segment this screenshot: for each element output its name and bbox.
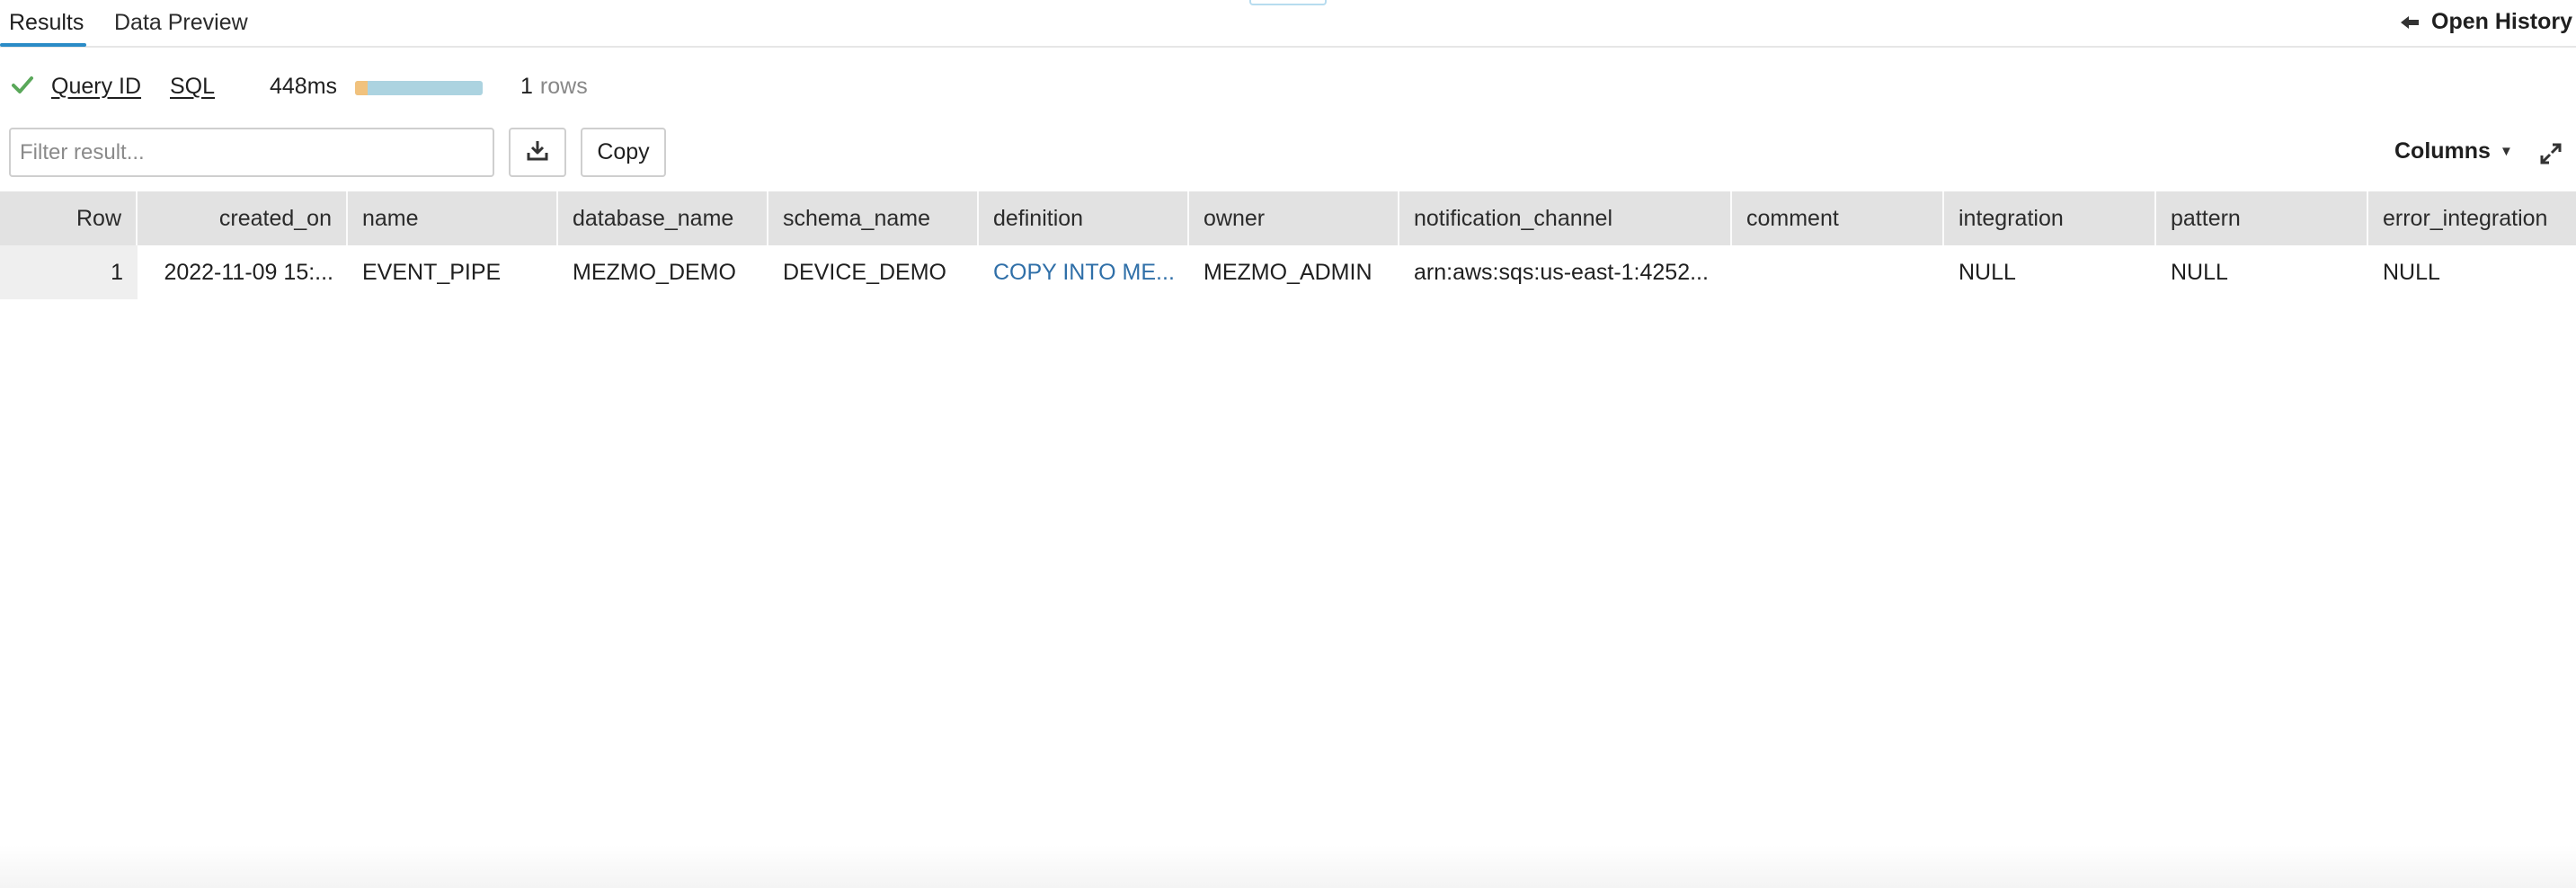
- column-header-definition[interactable]: definition: [979, 191, 1189, 245]
- cell-database-name[interactable]: MEZMO_DEMO: [558, 245, 768, 299]
- column-header-schema-name[interactable]: schema_name: [768, 191, 979, 245]
- column-header-database-name[interactable]: database_name: [558, 191, 768, 245]
- row-number-cell: 1: [0, 245, 138, 299]
- active-tab-indicator: [0, 43, 86, 47]
- column-header-owner[interactable]: owner: [1189, 191, 1399, 245]
- cell-name[interactable]: EVENT_PIPE: [348, 245, 558, 299]
- cell-created-on[interactable]: 2022-11-09 15:...: [138, 245, 348, 299]
- sql-link[interactable]: SQL: [170, 74, 215, 100]
- copy-button[interactable]: Copy: [581, 128, 666, 177]
- open-history-label: Open History: [2431, 9, 2572, 34]
- column-header-pattern[interactable]: pattern: [2156, 191, 2368, 245]
- cell-error-integration[interactable]: NULL: [2368, 245, 2576, 299]
- expand-button[interactable]: [2539, 142, 2563, 165]
- cell-notification-channel[interactable]: arn:aws:sqs:us-east-1:4252...: [1399, 245, 1732, 299]
- table-header-row: Row created_on name database_name schema…: [0, 191, 2576, 245]
- query-id-link[interactable]: Query ID: [51, 74, 141, 100]
- tab-results[interactable]: Results: [9, 9, 84, 36]
- query-info-row: Query ID SQL 448ms 1 rows: [0, 72, 809, 104]
- row-count-value: 1: [520, 74, 533, 99]
- query-timing-bar: [355, 81, 483, 95]
- open-history-button[interactable]: Open History: [2401, 9, 2572, 35]
- cell-owner[interactable]: MEZMO_ADMIN: [1189, 245, 1399, 299]
- row-count-unit: rows: [539, 74, 588, 99]
- results-tab-bar: Results Data Preview Open History: [0, 0, 2576, 48]
- column-header-comment[interactable]: comment: [1732, 191, 1944, 245]
- columns-label: Columns: [2394, 138, 2491, 164]
- column-header-created-on[interactable]: created_on: [138, 191, 348, 245]
- filter-result-input[interactable]: [9, 128, 494, 177]
- column-header-name[interactable]: name: [348, 191, 558, 245]
- results-table: Row created_on name database_name schema…: [0, 191, 2576, 299]
- table-row: 1 2022-11-09 15:... EVENT_PIPE MEZMO_DEM…: [0, 245, 2576, 299]
- columns-dropdown[interactable]: Columns ▼: [2394, 138, 2513, 164]
- column-header-integration[interactable]: integration: [1944, 191, 2156, 245]
- compile-time-segment: [355, 81, 368, 95]
- column-header-notification-channel[interactable]: notification_channel: [1399, 191, 1732, 245]
- panel-bottom-shadow: [0, 845, 2576, 888]
- cell-integration[interactable]: NULL: [1944, 245, 2156, 299]
- check-icon: [11, 75, 34, 100]
- panel-resize-handle[interactable]: [1249, 0, 1327, 5]
- column-header-row[interactable]: Row: [0, 191, 138, 245]
- chevron-down-icon: ▼: [2499, 144, 2513, 159]
- cell-definition-link[interactable]: COPY INTO ME...: [979, 245, 1189, 299]
- query-duration: 448ms: [270, 74, 338, 99]
- row-count: 1 rows: [520, 74, 588, 100]
- download-button[interactable]: [509, 128, 566, 177]
- tab-data-preview[interactable]: Data Preview: [114, 9, 248, 36]
- arrow-left-icon: [2401, 15, 2421, 30]
- column-header-error-integration[interactable]: error_integration: [2368, 191, 2576, 245]
- expand-icon: [2539, 143, 2563, 169]
- cell-pattern[interactable]: NULL: [2156, 245, 2368, 299]
- cell-comment[interactable]: [1732, 245, 1944, 299]
- download-icon: [526, 138, 549, 166]
- cell-schema-name[interactable]: DEVICE_DEMO: [768, 245, 979, 299]
